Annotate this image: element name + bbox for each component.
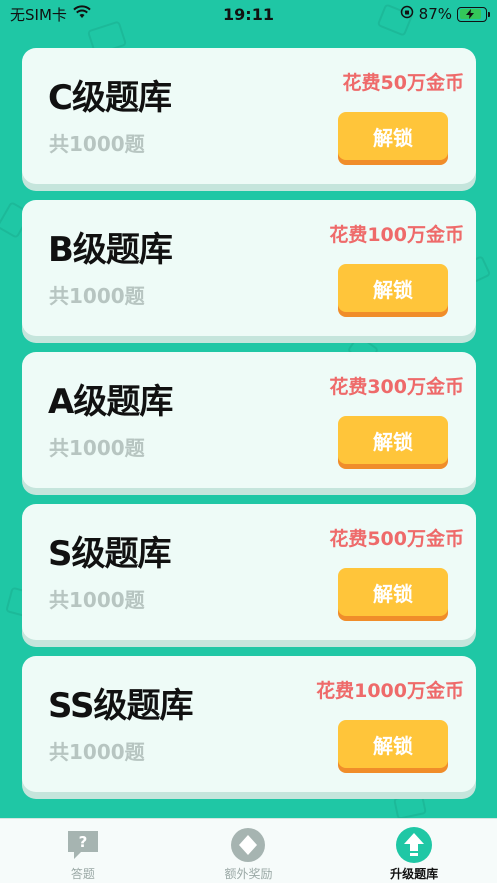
unlock-button[interactable]: 解锁 xyxy=(338,568,448,616)
bank-question-count: 共1000题 xyxy=(49,284,145,308)
bank-title: S级题库 xyxy=(48,534,171,574)
unlock-button[interactable]: 解锁 xyxy=(338,416,448,464)
bank-card-b: B级题库 共1000题 花费100万金币 解锁 xyxy=(22,200,476,336)
bank-card-ss: SS级题库 共1000题 花费1000万金币 解锁 xyxy=(22,656,476,792)
tab-extra-reward[interactable]: 额外奖励 xyxy=(168,819,328,883)
bank-title: SS级题库 xyxy=(48,686,193,726)
tab-label: 答题 xyxy=(70,867,95,881)
bank-unlock-cost: 花费300万金币 xyxy=(329,376,464,398)
tab-answer[interactable]: ? 答题 xyxy=(3,819,163,883)
bank-question-count: 共1000题 xyxy=(49,436,145,460)
unlock-button[interactable]: 解锁 xyxy=(338,112,448,160)
bank-title: B级题库 xyxy=(48,230,173,270)
bank-unlock-cost: 花费100万金币 xyxy=(329,224,464,246)
status-bar: 无SIM卡 19:11 87% xyxy=(0,0,497,28)
svg-text:?: ? xyxy=(78,833,87,851)
battery-icon xyxy=(457,6,490,22)
diamond-icon xyxy=(229,827,267,863)
battery-percent: 87% xyxy=(418,5,452,23)
tab-label: 升级题库 xyxy=(390,867,439,881)
bank-title: C级题库 xyxy=(48,78,172,118)
bank-unlock-cost: 花费50万金币 xyxy=(342,72,464,94)
bank-unlock-cost: 花费500万金币 xyxy=(329,528,464,550)
carrier-label: 无SIM卡 xyxy=(10,5,67,24)
bank-question-count: 共1000题 xyxy=(49,132,145,156)
bank-question-count: 共1000题 xyxy=(49,740,145,764)
unlock-button[interactable]: 解锁 xyxy=(338,264,448,312)
tab-upgrade-bank[interactable]: 升级题库 xyxy=(334,819,494,883)
bank-card-s: S级题库 共1000题 花费500万金币 解锁 xyxy=(22,504,476,640)
bank-card-a: A级题库 共1000题 花费300万金币 解锁 xyxy=(22,352,476,488)
bank-title: A级题库 xyxy=(48,382,173,422)
upgrade-arrow-icon xyxy=(395,827,433,863)
wifi-icon xyxy=(73,5,91,23)
tab-label: 额外奖励 xyxy=(224,867,273,881)
tab-bar: ? 答题 额外奖励 升级题库 xyxy=(0,818,497,883)
unlock-button[interactable]: 解锁 xyxy=(338,720,448,768)
bank-unlock-cost: 花费1000万金币 xyxy=(316,680,464,702)
bank-question-count: 共1000题 xyxy=(49,588,145,612)
question-icon: ? xyxy=(64,827,102,863)
orientation-lock-icon xyxy=(400,5,414,23)
question-bank-list: C级题库 共1000题 花费50万金币 解锁 B级题库 共1000题 花费100… xyxy=(22,48,476,808)
bank-card-c: C级题库 共1000题 花费50万金币 解锁 xyxy=(22,48,476,184)
